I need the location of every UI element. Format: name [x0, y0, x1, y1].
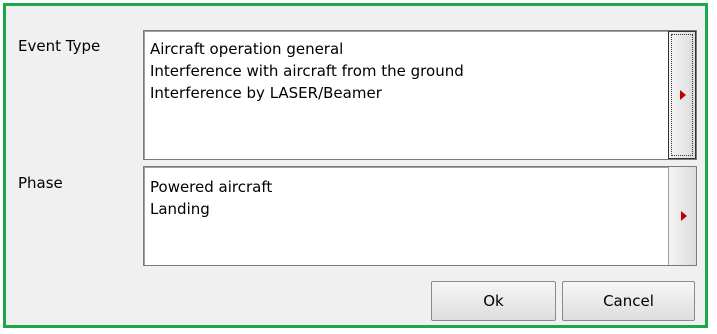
event-type-expand-button[interactable]: [668, 31, 696, 159]
event-type-item[interactable]: Interference by LASER/Beamer: [150, 83, 382, 103]
phase-label: Phase: [18, 174, 63, 192]
ok-button[interactable]: Ok: [431, 281, 556, 321]
event-type-label: Event Type: [18, 37, 101, 55]
cancel-button[interactable]: Cancel: [562, 281, 695, 321]
event-type-list[interactable]: Aircraft operation general Interference …: [143, 30, 697, 160]
phase-expand-button[interactable]: [668, 167, 696, 265]
phase-item[interactable]: Landing: [150, 199, 210, 219]
expand-arrow-icon: [680, 90, 686, 100]
phase-list[interactable]: Powered aircraft Landing: [143, 166, 697, 266]
dialog-window: Event Type Aircraft operation general In…: [3, 3, 708, 328]
expand-arrow-icon: [680, 211, 687, 221]
event-type-item[interactable]: Interference with aircraft from the grou…: [150, 61, 464, 81]
phase-item[interactable]: Powered aircraft: [150, 177, 272, 197]
event-type-item[interactable]: Aircraft operation general: [150, 39, 343, 59]
